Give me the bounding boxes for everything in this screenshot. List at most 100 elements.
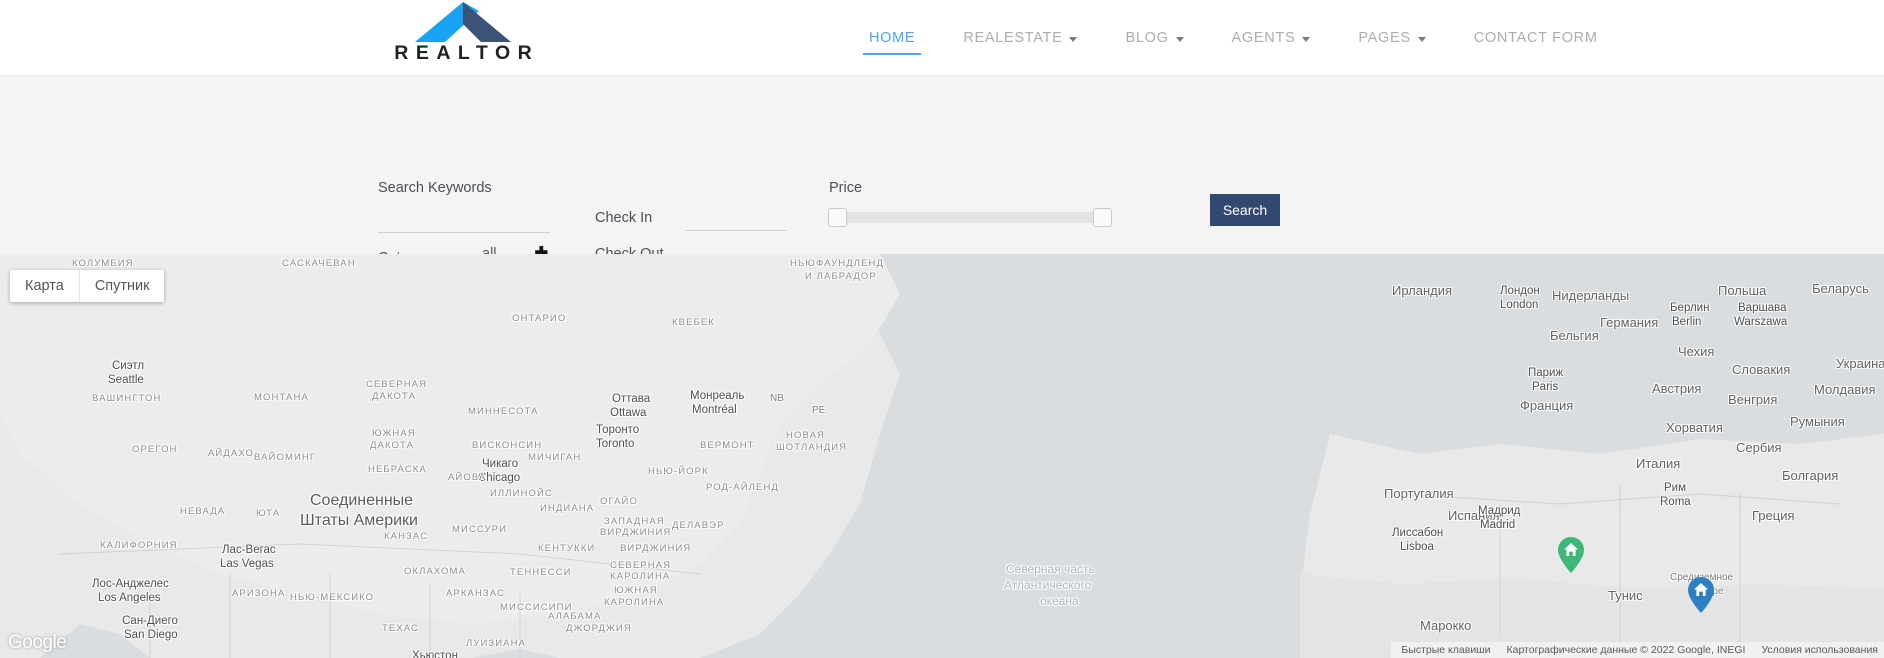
nav-item-home[interactable]: HOME xyxy=(845,0,939,76)
map-place-label: МИССУРИ xyxy=(452,524,507,535)
price-slider-handle-min[interactable] xyxy=(828,208,847,227)
map-place-label: ВАШИНГТОН xyxy=(92,393,161,404)
map-place-label: НОВАЯ xyxy=(786,430,825,441)
price-slider-handle-max[interactable] xyxy=(1093,208,1112,227)
nav-item-pages[interactable]: PAGES xyxy=(1334,0,1449,76)
map-place-label: ИЛЛИНОЙС xyxy=(490,488,553,499)
map-place-label: Roma xyxy=(1660,496,1691,508)
properties-map[interactable]: МароккоТунисмореСредиземноеLisboaЛиссабо… xyxy=(0,254,1884,658)
map-place-label: АРИЗОНА xyxy=(232,588,285,599)
map-place-label: Нидерланды xyxy=(1552,288,1629,303)
map-place-label: Соединенные xyxy=(310,492,413,510)
property-search-bar: Search Keywords Category all ✚ Check In … xyxy=(0,76,1884,254)
map-place-label: Беларусь xyxy=(1812,281,1869,296)
map-place-label: НЬЮ-ЙОРК xyxy=(648,466,709,477)
map-place-label: Словакия xyxy=(1732,362,1790,377)
map-place-label: ЮЖНАЯ xyxy=(372,428,416,439)
nav-item-label: BLOG xyxy=(1125,30,1168,46)
map-place-label: САСКАЧЕВАН xyxy=(282,258,356,269)
price-label: Price xyxy=(829,180,862,196)
map-place-label: Мадрид xyxy=(1478,505,1520,517)
map-place-label: Молдавия xyxy=(1814,382,1876,397)
map-place-label: КАРОЛИНА xyxy=(604,597,664,608)
nav-item-realestate[interactable]: REALESTATE xyxy=(939,0,1101,76)
map-place-label: Польша xyxy=(1718,283,1766,298)
map-place-label: Монреаль xyxy=(690,390,744,402)
map-place-label: ЮЖНАЯ xyxy=(614,585,658,596)
nav-item-blog[interactable]: BLOG xyxy=(1101,0,1207,76)
search-button[interactable]: Search xyxy=(1210,194,1280,226)
map-place-label: Ottawa xyxy=(610,407,646,419)
map-place-label: Хорватия xyxy=(1666,420,1723,435)
map-place-label: Лиссабон xyxy=(1392,527,1443,539)
map-place-label: КАНЗАС xyxy=(384,531,428,542)
map-place-label: Warszawa xyxy=(1734,316,1787,328)
check-in-input[interactable] xyxy=(685,208,787,231)
map-type-button-satellite[interactable]: Спутник xyxy=(79,270,165,302)
nav-item-label: PAGES xyxy=(1358,30,1410,46)
map-place-label: Торонто xyxy=(596,424,639,436)
map-place-label: Париж xyxy=(1528,367,1563,379)
map-place-label: ОРЕГОН xyxy=(132,444,178,455)
map-place-label: ДЖОРДЖИЯ xyxy=(566,623,632,634)
map-place-label: Сербия xyxy=(1736,440,1782,455)
map-place-label: Греция xyxy=(1752,508,1795,523)
map-type-button-map[interactable]: Карта xyxy=(10,270,79,302)
map-place-label: Las Vegas xyxy=(220,558,274,570)
map-place-label: Хьюстон xyxy=(412,650,458,658)
map-place-label: КВЕБЕК xyxy=(672,317,715,328)
roof-chevron-logo-icon xyxy=(411,2,515,42)
house-pin-icon xyxy=(1688,577,1714,613)
map-place-label: АЙОВА xyxy=(448,472,486,483)
map-place-label: Лос-Анджелес xyxy=(92,578,169,590)
map-place-label: МИННЕСОТА xyxy=(468,406,539,417)
search-keywords-label: Search Keywords xyxy=(378,180,492,196)
map-data-attribution: Картографические данные © 2022 Google, I… xyxy=(1506,644,1745,656)
map-place-label: Чикаго xyxy=(482,458,518,470)
main-navigation: HOME REALESTATE BLOG AGENTS PAGES CONTAC… xyxy=(845,0,1622,76)
map-place-label: Seattle xyxy=(108,374,144,386)
map-place-label: Германия xyxy=(1600,315,1658,330)
map-place-label: Италия xyxy=(1636,456,1680,471)
map-place-label: НЕБРАСКА xyxy=(368,464,427,475)
map-place-label: Рим xyxy=(1664,482,1686,494)
house-pin-icon xyxy=(1558,537,1584,573)
map-place-label: ЗАПАДНАЯ xyxy=(604,516,665,527)
terms-of-use-link[interactable]: Условия использования xyxy=(1761,644,1878,656)
nav-item-label: HOME xyxy=(869,30,915,46)
nav-item-agents[interactable]: AGENTS xyxy=(1208,0,1335,76)
search-keywords-input[interactable] xyxy=(378,210,550,233)
map-place-label: НЬЮ-МЕКСИКО xyxy=(290,592,374,603)
nav-item-label: CONTACT FORM xyxy=(1474,30,1598,46)
nav-item-label: REALESTATE xyxy=(963,30,1062,46)
map-place-label: Северная часть xyxy=(1006,562,1095,576)
map-place-label: ВИРДЖИНИЯ xyxy=(600,527,671,538)
brand-logo[interactable]: REALTOR xyxy=(378,2,548,64)
map-place-label: ОКЛАХОМА xyxy=(404,566,466,577)
map-place-label: Сан-Диего xyxy=(122,615,178,627)
keyboard-shortcuts-link[interactable]: Быстрые клавиши xyxy=(1401,644,1490,656)
map-attribution-bar: Быстрые клавиши Картографические данные … xyxy=(1391,642,1884,658)
nav-item-contact-form[interactable]: CONTACT FORM xyxy=(1450,0,1622,76)
map-place-label: Чехия xyxy=(1678,344,1714,359)
chevron-down-icon xyxy=(1176,37,1184,42)
map-place-label: Berlin xyxy=(1672,316,1701,328)
map-place-label: Атлантического xyxy=(1004,578,1091,592)
map-place-label: Paris xyxy=(1532,381,1558,393)
map-place-label: ОГАЙО xyxy=(600,496,638,507)
price-range-slider[interactable] xyxy=(829,212,1111,223)
map-place-label: И ЛАБРАДОР xyxy=(805,271,877,282)
map-place-label: Варшава xyxy=(1738,302,1786,314)
map-place-label: ТЕХАС xyxy=(382,623,419,634)
map-place-label: ВИСКОНСИН xyxy=(472,440,542,451)
map-place-label: Ирландия xyxy=(1392,283,1452,298)
map-place-label: Бельгия xyxy=(1550,328,1599,343)
map-place-label: РОД-АЙЛЕНД xyxy=(706,482,779,493)
map-place-label: Lisboa xyxy=(1400,541,1434,553)
map-place-label: PE xyxy=(812,405,825,416)
map-place-label: КАРОЛИНА xyxy=(610,571,670,582)
marker-slovakia[interactable] xyxy=(1688,577,1714,618)
marker-belgium[interactable] xyxy=(1558,537,1584,578)
map-place-label: Франция xyxy=(1520,398,1573,413)
brand-name: REALTOR xyxy=(378,44,548,64)
